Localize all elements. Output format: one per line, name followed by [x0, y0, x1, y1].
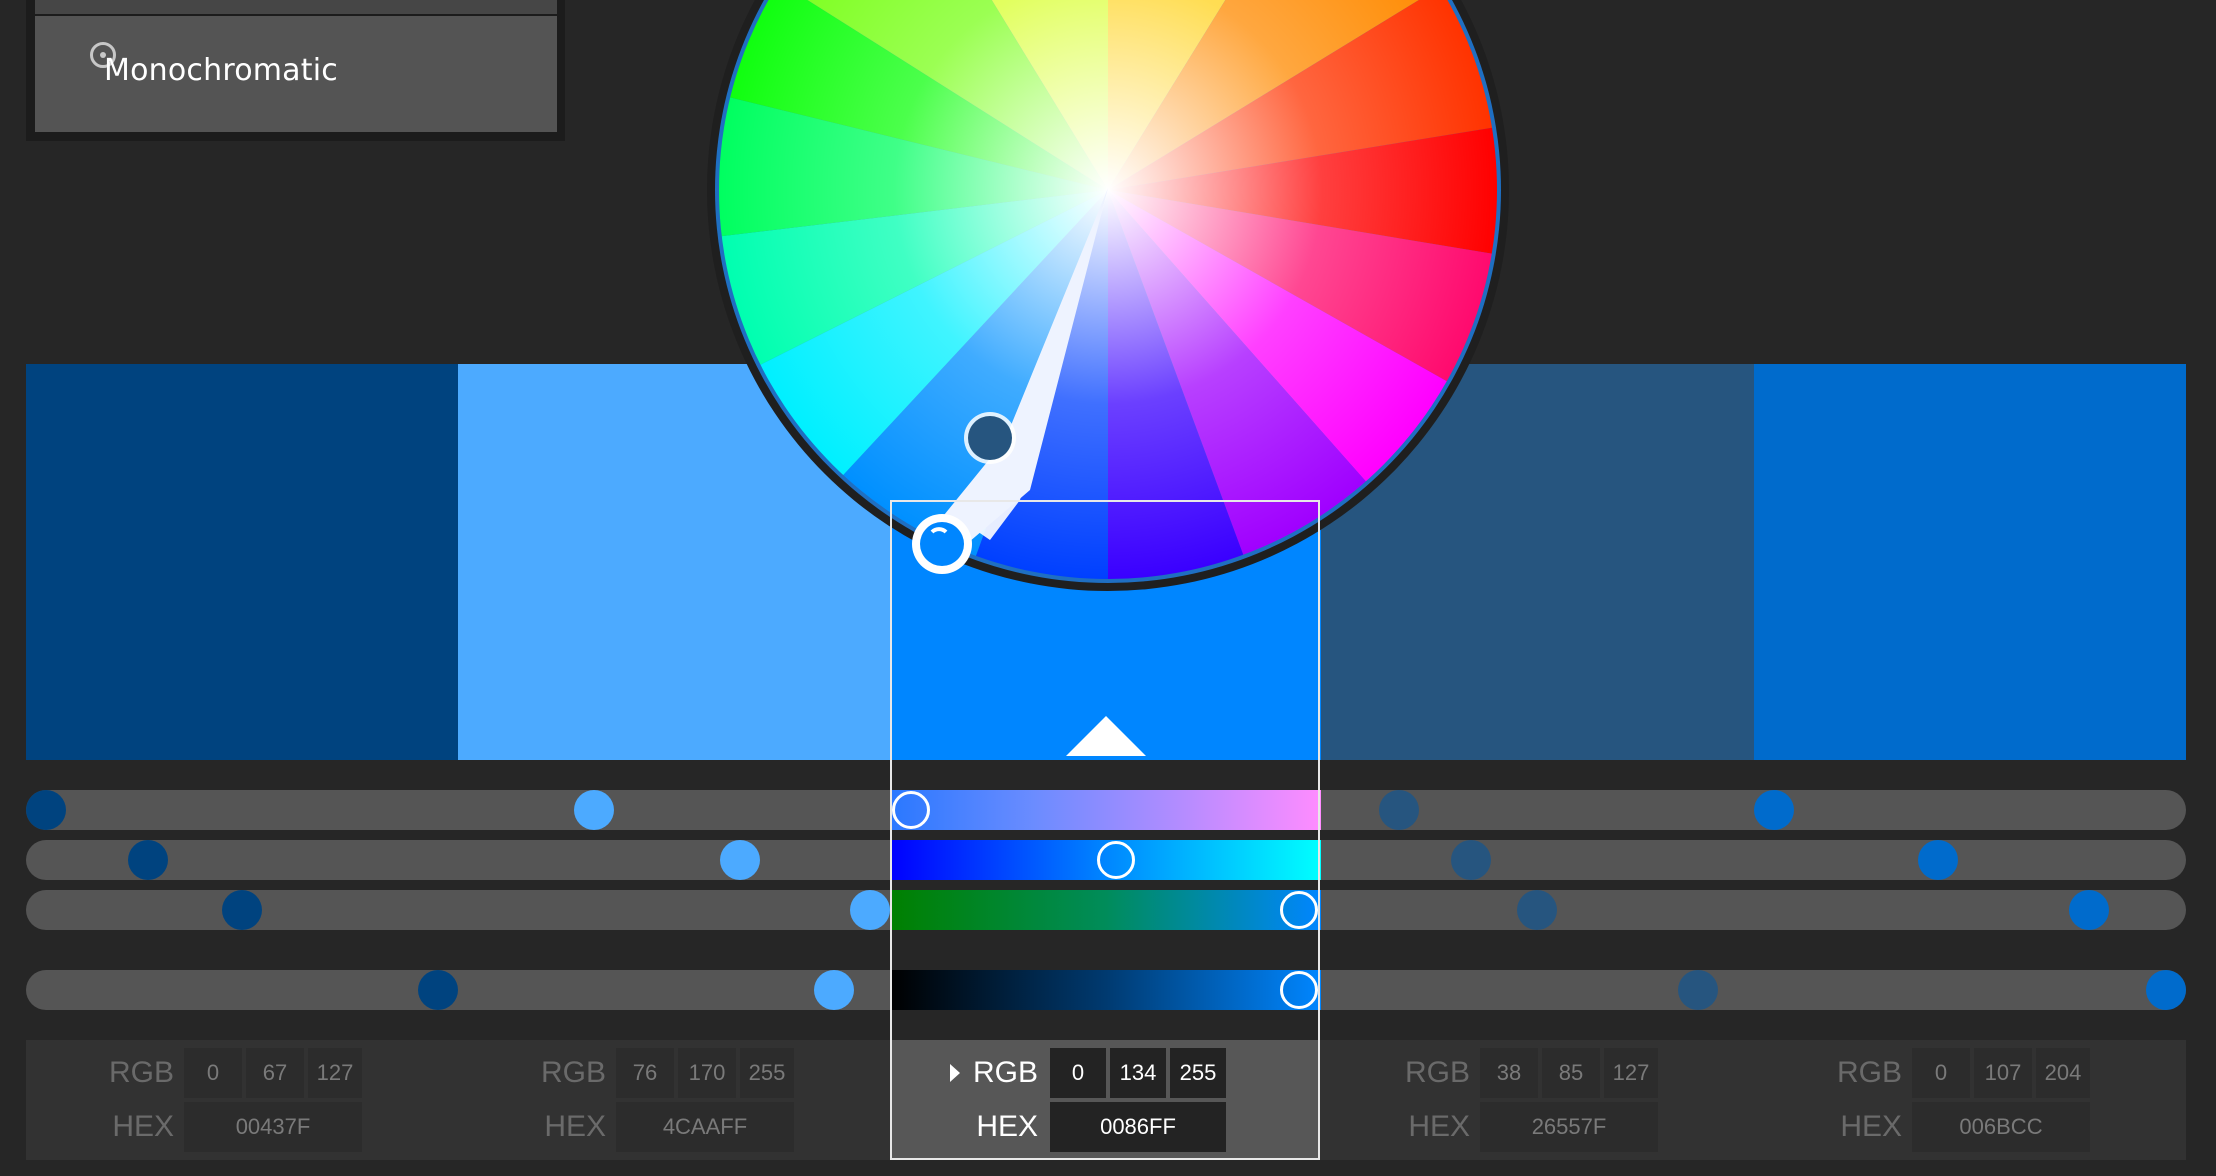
hex-label: HEX: [1408, 1110, 1470, 1143]
brightness-dot-swatch-1[interactable]: [222, 890, 262, 930]
value-dot-swatch-4[interactable]: [1678, 970, 1718, 1010]
rule-item-previous[interactable]: [35, 0, 557, 14]
hue-dot-swatch-5[interactable]: [1754, 790, 1794, 830]
b-field[interactable]: 255: [740, 1048, 794, 1098]
hex-field[interactable]: 26557F: [1480, 1102, 1658, 1152]
hex-field[interactable]: 4CAAFF: [616, 1102, 794, 1152]
hex-field[interactable]: 00437F: [184, 1102, 362, 1152]
brightness-dot-swatch-4[interactable]: [1517, 890, 1557, 930]
hue-handle-active[interactable]: [892, 791, 930, 829]
saturation-dot-swatch-4[interactable]: [1451, 840, 1491, 880]
swatch-handle[interactable]: [968, 416, 1012, 460]
rgb-label: RGB: [540, 1056, 606, 1089]
rgb-label: RGB: [108, 1056, 174, 1089]
rgb-label: RGB: [1836, 1056, 1902, 1089]
hue-gradient[interactable]: [891, 790, 1321, 830]
rule-item-monochromatic[interactable]: Monochromatic: [35, 16, 557, 132]
r-field[interactable]: 76: [616, 1048, 674, 1098]
hex-field[interactable]: 0086FF: [1050, 1102, 1226, 1152]
hue-dot-swatch-2[interactable]: [574, 790, 614, 830]
hex-label: HEX: [544, 1110, 606, 1143]
g-field[interactable]: 107: [1974, 1048, 2032, 1098]
saturation-dot-swatch-2[interactable]: [720, 840, 760, 880]
swatch-1[interactable]: [26, 364, 458, 760]
b-field[interactable]: 127: [1604, 1048, 1658, 1098]
value-dot-swatch-2[interactable]: [814, 970, 854, 1010]
b-field[interactable]: 204: [2036, 1048, 2090, 1098]
saturation-dot-swatch-5[interactable]: [1918, 840, 1958, 880]
brightness-handle-active[interactable]: [1280, 891, 1318, 929]
hue-dot-swatch-1[interactable]: [26, 790, 66, 830]
hex-label: HEX: [976, 1110, 1038, 1143]
g-field[interactable]: 67: [246, 1048, 304, 1098]
color-rule-panel: Monochromatic: [26, 0, 565, 141]
value-dot-swatch-1[interactable]: [418, 970, 458, 1010]
swatch-5[interactable]: [1754, 364, 2186, 760]
r-field[interactable]: 0: [1050, 1048, 1106, 1098]
color-wheel-app: Monochromatic RGB 0 67 127 HEX 00437F RG…: [0, 0, 2216, 1176]
g-field[interactable]: 170: [678, 1048, 736, 1098]
hue-dot-swatch-4[interactable]: [1379, 790, 1419, 830]
g-field[interactable]: 85: [1542, 1048, 1600, 1098]
hex-field[interactable]: 006BCC: [1912, 1102, 2090, 1152]
rgb-label: RGB: [1404, 1056, 1470, 1089]
up-triangle-icon: [1066, 716, 1146, 756]
rule-item-label: Monochromatic: [104, 53, 338, 88]
b-field[interactable]: 255: [1170, 1048, 1226, 1098]
rgb-label: RGB: [972, 1056, 1038, 1089]
value-handle-active[interactable]: [1280, 971, 1318, 1009]
hex-label: HEX: [112, 1110, 174, 1143]
r-field[interactable]: 38: [1480, 1048, 1538, 1098]
r-field[interactable]: 0: [184, 1048, 242, 1098]
brightness-gradient[interactable]: [891, 890, 1321, 930]
b-field[interactable]: 127: [308, 1048, 362, 1098]
value-dot-swatch-5[interactable]: [2146, 970, 2186, 1010]
value-gradient[interactable]: [891, 970, 1321, 1010]
r-field[interactable]: 0: [1912, 1048, 1970, 1098]
saturation-dot-swatch-1[interactable]: [128, 840, 168, 880]
hex-label: HEX: [1840, 1110, 1902, 1143]
brightness-dot-swatch-2[interactable]: [850, 890, 890, 930]
saturation-handle-active[interactable]: [1097, 841, 1135, 879]
g-field[interactable]: 134: [1110, 1048, 1166, 1098]
brightness-dot-swatch-5[interactable]: [2069, 890, 2109, 930]
